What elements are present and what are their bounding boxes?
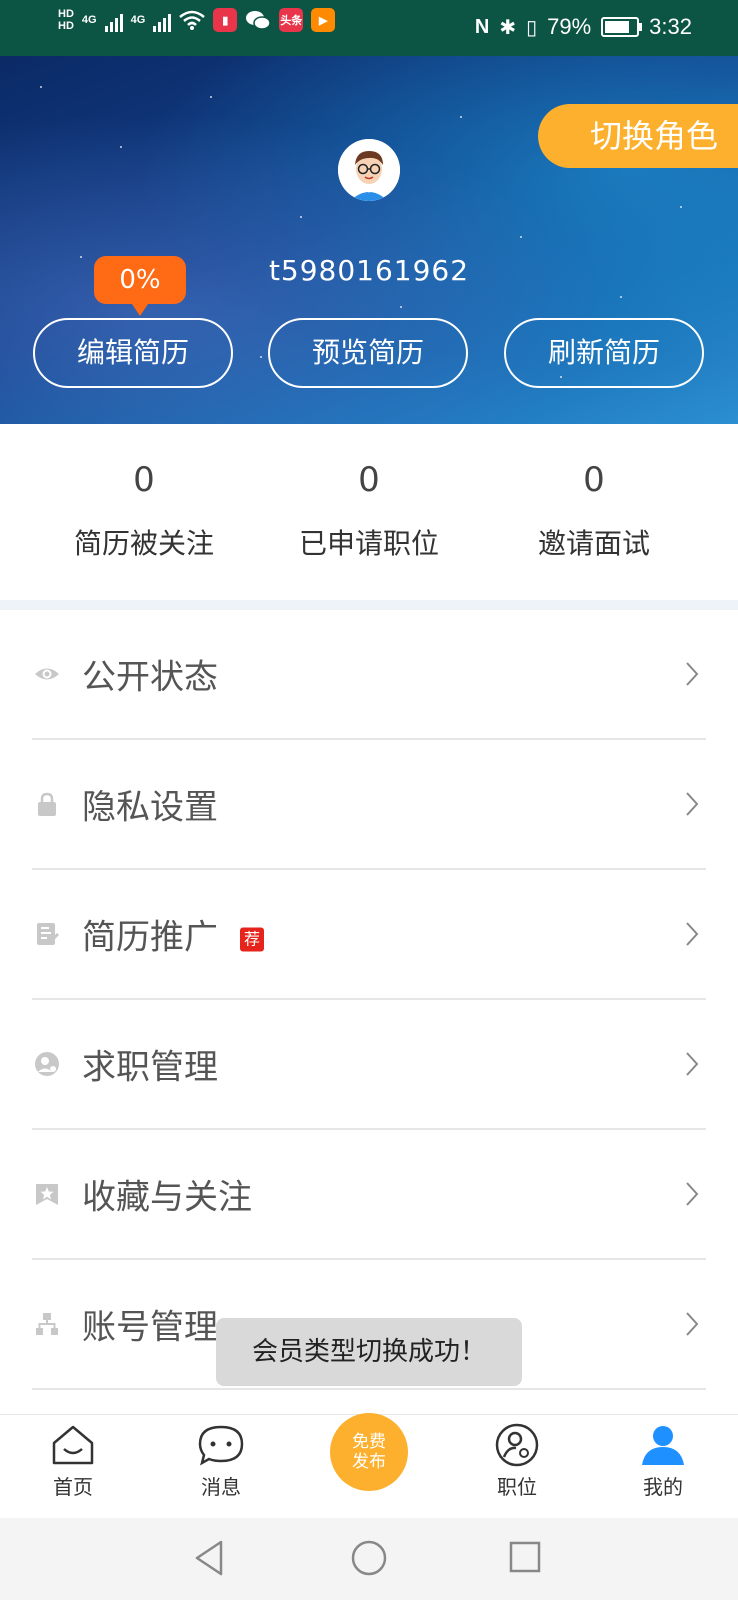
stats-panel: 0 简历被关注 0 已申请职位 0 邀请面试 [0,424,738,600]
stat-label: 邀请面试 [537,527,650,560]
profile-header: 切换角色 t5980161962 0% 编辑简历 预览简历 刷新简历 [0,56,738,424]
refresh-resume-button[interactable]: 刷新简历 [504,318,704,388]
star-decoration [520,236,522,238]
star-decoration [680,206,682,208]
home-nav-icon[interactable] [351,1538,387,1578]
stat-resume-followed[interactable]: 0 简历被关注 [44,460,244,562]
chevron-right-icon [686,922,699,946]
stat-applied-jobs[interactable]: 0 已申请职位 [269,460,469,562]
nfc-icon: N [474,15,490,38]
publish-label-2: 发布 [352,1452,386,1472]
tab-label: 首页 [53,1475,93,1499]
chat-bubble-icon [198,1425,244,1466]
resume-icon [37,923,60,945]
toast-message: 会员类型切换成功！ [216,1318,522,1386]
stat-value: 0 [358,460,380,500]
video-app-icon: ▶ [311,8,336,32]
battery-icon [601,17,643,37]
eye-icon [35,668,59,680]
avatar-illustration [338,139,400,201]
hd-indicator: HD HD [58,8,74,32]
edit-resume-button[interactable]: 编辑简历 [33,318,233,388]
menu-item-privacy-settings[interactable]: 隐私设置 [32,740,706,870]
stat-value: 0 [583,460,605,500]
manage-icon [35,1052,59,1076]
stat-label: 已申请职位 [298,527,439,560]
toutiao-app-icon: 头条 [279,8,304,32]
menu-item-label: 账号管理 [82,1307,218,1348]
tab-label: 职位 [497,1475,537,1499]
system-navigation-bar [0,1518,738,1600]
network-type-2: 4G [130,14,146,26]
resume-completion-badge: 0% [94,256,186,316]
menu-item-public-status[interactable]: 公开状态 [32,610,706,740]
back-icon[interactable] [193,1538,227,1578]
tab-jobs[interactable]: 职位 [457,1423,577,1500]
home-icon [52,1425,94,1465]
star-decoration [120,146,122,148]
star-decoration [300,216,302,218]
menu-item-label: 隐私设置 [82,787,218,828]
star-icon [36,1184,58,1205]
switch-role-button[interactable]: 切换角色 [538,104,738,168]
chevron-right-icon [686,1052,699,1076]
menu-item-label: 公开状态 [82,657,218,698]
bluetooth-icon: ✱ [499,16,517,39]
avatar[interactable] [338,139,400,201]
user-settings-icon [495,1423,539,1467]
bottom-tab-bar: 首页 消息 免费 发布 职位 我的 [0,1413,738,1519]
status-bar: HD HD 4G 4G ▮ 头条 ▶ N ✱ ▯ 79% 3:32 [0,0,738,56]
recommend-tag: 荐 [240,927,264,951]
menu-item-favorites-follows[interactable]: 收藏与关注 [32,1130,706,1260]
star-decoration [620,296,622,298]
tab-label: 我的 [643,1475,683,1499]
menu-item-text: 简历推广 [82,917,218,958]
chevron-right-icon [686,1182,699,1206]
lock-icon [38,792,56,816]
stat-label: 简历被关注 [73,527,214,560]
menu-item-job-search-management[interactable]: 求职管理 [32,1000,706,1130]
chevron-right-icon [686,792,699,816]
preview-resume-button[interactable]: 预览简历 [268,318,468,388]
tab-label: 消息 [201,1475,241,1499]
vibrate-icon: ▯ [526,16,538,39]
chevron-right-icon [686,1312,699,1336]
person-icon [642,1426,684,1465]
book-app-icon: ▮ [213,8,238,32]
signal-icon [104,8,123,32]
tab-messages[interactable]: 消息 [161,1423,281,1500]
tab-mine[interactable]: 我的 [603,1423,723,1500]
menu-item-label: 简历推广荐 [82,910,264,959]
signal-icon-2 [153,8,172,32]
star-decoration [210,96,212,98]
publish-label-1: 免费 [352,1432,386,1452]
section-divider [0,600,738,610]
star-decoration [460,116,462,118]
menu-item-label: 收藏与关注 [82,1177,252,1218]
settings-menu: 公开状态 隐私设置 简历推广荐 求职管理 收藏与关注 账号管理 [0,610,738,1390]
clock: 3:32 [649,14,692,39]
menu-item-resume-promotion[interactable]: 简历推广荐 [32,870,706,1000]
free-publish-button[interactable]: 免费 发布 [330,1413,408,1491]
star-decoration [400,306,402,308]
chevron-right-icon [686,662,699,686]
battery-percent: 79% [547,14,592,39]
star-decoration [40,86,42,88]
menu-item-label: 求职管理 [82,1047,218,1088]
network-type: 4G [81,14,97,26]
recents-icon[interactable] [508,1538,542,1578]
stat-value: 0 [133,460,155,500]
star-decoration [260,356,262,358]
tab-home[interactable]: 首页 [13,1423,133,1500]
stat-interview-invites[interactable]: 0 邀请面试 [494,460,694,562]
org-icon [36,1313,58,1335]
wifi-icon [179,10,206,30]
wechat-icon [246,11,272,30]
